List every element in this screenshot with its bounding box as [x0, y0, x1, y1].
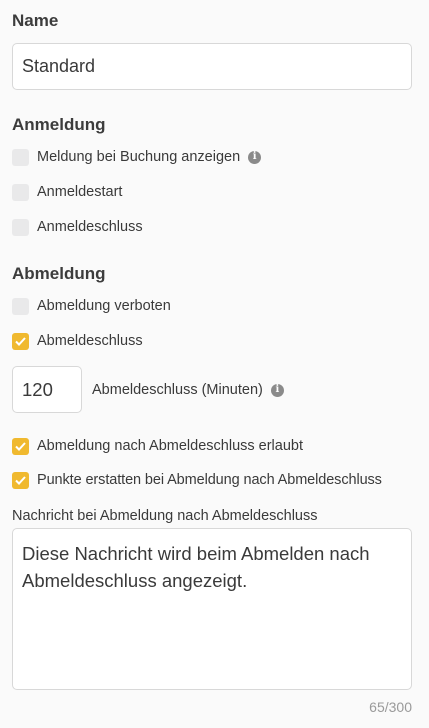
checkbox-abmeldeschluss[interactable]: [12, 332, 29, 350]
checkbox-row-abmeldeschluss[interactable]: Abmeldeschluss: [12, 331, 143, 351]
checkbox-label-abmeldung-erlaubt: Abmeldung nach Abmeldeschluss erlaubt: [37, 438, 303, 454]
message-textarea[interactable]: Diese Nachricht wird beim Abmelden nach …: [12, 528, 412, 690]
check-icon: [15, 336, 26, 346]
checkbox-row-abmeldung-erlaubt[interactable]: Abmeldung nach Abmeldeschluss erlaubt: [12, 436, 303, 456]
name-input[interactable]: [12, 43, 412, 90]
checkbox-label-abmeldung-verboten: Abmeldung verboten: [37, 298, 171, 314]
checkbox-label-anmeldestart: Anmeldestart: [37, 184, 123, 200]
message-field-label: Nachricht bei Abmeldung nach Abmeldeschl…: [12, 508, 318, 524]
checkbox-label-anmeldeschluss: Anmeldeschluss: [37, 219, 143, 235]
info-icon[interactable]: i: [270, 383, 284, 397]
check-icon: [15, 441, 26, 451]
checkbox-anmeldestart[interactable]: [12, 183, 29, 201]
info-icon[interactable]: i: [248, 150, 262, 164]
char-counter: 65/300: [369, 699, 412, 715]
name-heading: Name: [12, 11, 59, 30]
checkbox-row-punkte-erstatten[interactable]: Punkte erstatten bei Abmeldung nach Abme…: [12, 470, 382, 490]
abmeldeschluss-minutes-label: Abmeldeschluss (Minuten): [92, 382, 263, 398]
checkbox-row-anmeldestart[interactable]: Anmeldestart: [12, 182, 122, 202]
check-icon: [15, 475, 26, 485]
checkbox-label-punkte-erstatten: Punkte erstatten bei Abmeldung nach Abme…: [37, 472, 382, 488]
anmeldung-heading: Anmeldung: [12, 115, 106, 134]
checkbox-meldung-bei-buchung[interactable]: [12, 148, 29, 166]
abmeldeschluss-minutes-label-row: Abmeldeschluss (Minuten) i: [92, 380, 284, 400]
checkbox-row-meldung-bei-buchung[interactable]: Meldung bei Buchung anzeigen i: [12, 147, 262, 167]
checkbox-label-abmeldeschluss: Abmeldeschluss: [37, 333, 143, 349]
checkbox-label-meldung-bei-buchung: Meldung bei Buchung anzeigen: [37, 149, 241, 165]
checkbox-abmeldung-verboten[interactable]: [12, 297, 29, 315]
abmeldeschluss-minutes-input[interactable]: [12, 366, 82, 413]
checkbox-punkte-erstatten[interactable]: [12, 471, 29, 489]
checkbox-abmeldung-erlaubt[interactable]: [12, 437, 29, 455]
checkbox-row-anmeldeschluss[interactable]: Anmeldeschluss: [12, 217, 143, 237]
checkbox-row-abmeldung-verboten[interactable]: Abmeldung verboten: [12, 296, 171, 316]
checkbox-anmeldeschluss[interactable]: [12, 218, 29, 236]
abmeldung-heading: Abmeldung: [12, 264, 106, 283]
